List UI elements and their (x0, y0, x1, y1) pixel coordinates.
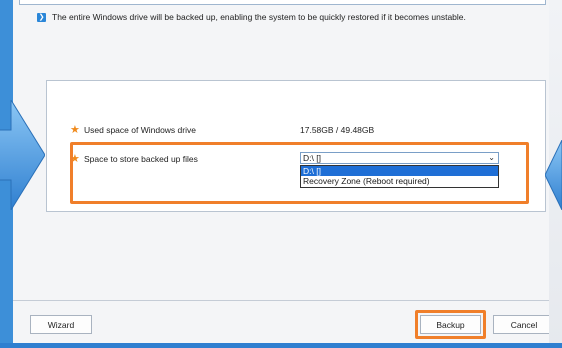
backup-button[interactable]: Backup (420, 315, 481, 334)
store-location-highlight (70, 142, 529, 204)
arrow-left-icon (545, 140, 562, 210)
used-space-label: Used space of Windows drive (84, 124, 196, 135)
cancel-button[interactable]: Cancel (493, 315, 555, 334)
used-space-value: 17.58GB / 49.48GB (300, 125, 375, 135)
header-box (19, 0, 546, 5)
info-text: The entire Windows drive will be backed … (52, 12, 466, 22)
used-space-row: ★ Used space of Windows drive (70, 123, 196, 136)
info-row: ❯ The entire Windows drive will be backe… (37, 11, 466, 23)
arrow-right-icon (0, 100, 45, 210)
asterisk-icon: ★ (70, 124, 80, 136)
footer-divider (13, 300, 562, 301)
backup-dialog: ❯ The entire Windows drive will be backe… (13, 0, 562, 348)
chevron-right-icon: ❯ (37, 12, 46, 22)
window-frame-bottom (0, 343, 562, 348)
wizard-button[interactable]: Wizard (30, 315, 92, 334)
